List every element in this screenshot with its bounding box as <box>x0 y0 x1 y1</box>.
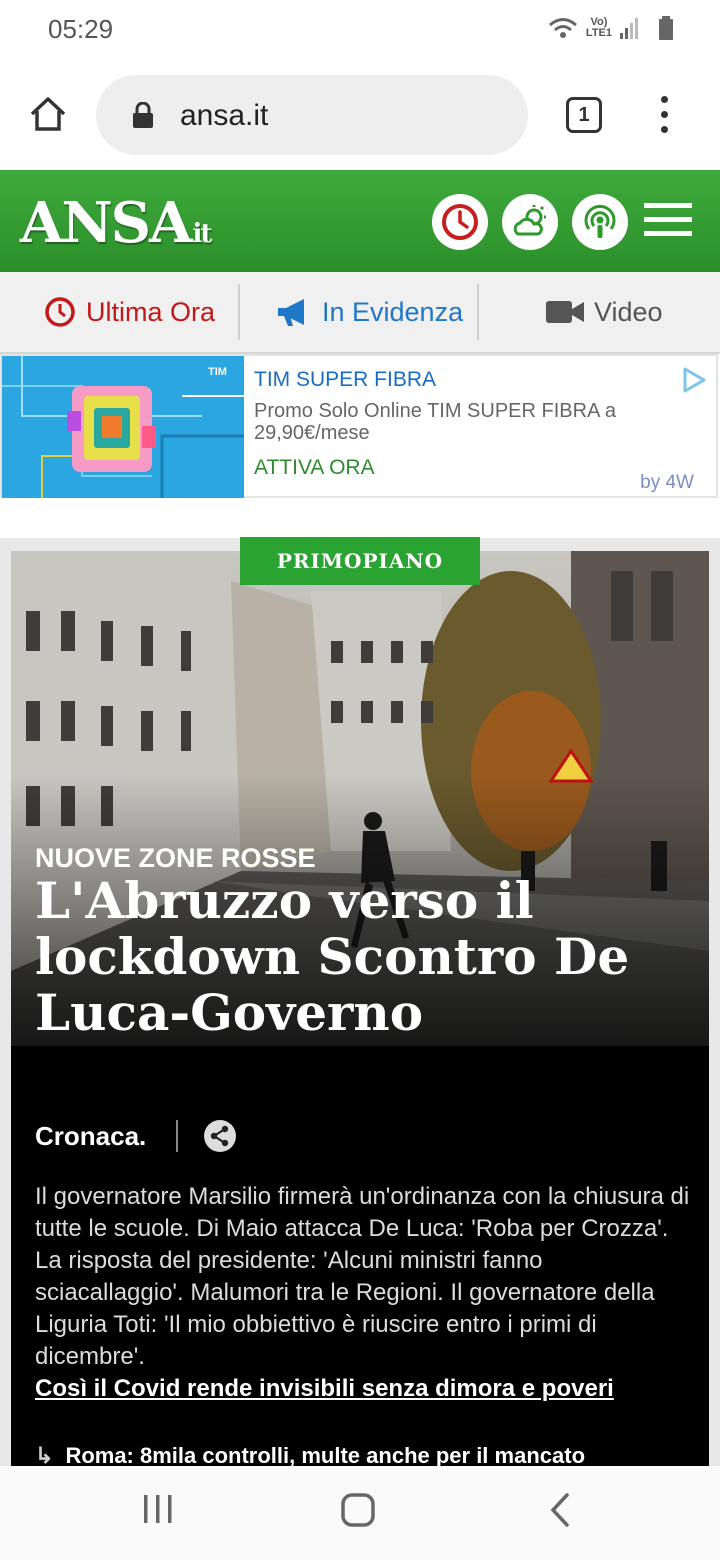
lock-icon <box>133 102 153 128</box>
podcast-button[interactable] <box>572 194 628 250</box>
wifi-icon <box>548 18 577 38</box>
divider <box>477 284 479 340</box>
lte-label: LTE1 <box>585 27 612 39</box>
recent-apps-icon[interactable] <box>142 1492 174 1526</box>
browser-menu-icon[interactable] <box>654 96 674 136</box>
article-kicker: NUOVE ZONE ROSSE <box>35 843 316 873</box>
status-time: 05:29 <box>48 14 114 44</box>
latest-news-button[interactable] <box>432 194 488 250</box>
divider <box>176 1120 179 1152</box>
status-bar: 05:29 Vo) LTE1 <box>0 0 720 60</box>
battery-icon <box>659 16 673 40</box>
podcast-icon <box>584 204 616 238</box>
ad-cta-link[interactable]: ATTIVA ORA <box>254 456 375 480</box>
ad-description: Promo Solo Online TIM SUPER FIBRA a 29,9… <box>254 400 616 444</box>
article-headline[interactable]: L'Abruzzo verso il lockdown Scontro De L… <box>35 873 675 1041</box>
nav-ultima-ora[interactable]: Ultima Ora <box>44 272 215 352</box>
clock-icon <box>442 204 478 240</box>
related-article-link[interactable]: Così il Covid rende invisibili senza dim… <box>35 1375 614 1403</box>
back-icon[interactable] <box>548 1492 572 1528</box>
ansa-logo[interactable]: ANSAit <box>20 190 212 256</box>
home-icon[interactable] <box>28 94 68 134</box>
article-category[interactable]: Cronaca. <box>35 1121 146 1152</box>
ad-brand: TIM <box>208 366 227 378</box>
arrow-icon: ↳ <box>35 1443 54 1466</box>
site-header: ANSAit <box>0 170 720 272</box>
article-abstract: Il governatore Marsilio firmerà un'ordin… <box>35 1183 690 1370</box>
feature-section: NUOVE ZONE ROSSE L'Abruzzo verso il lock… <box>0 537 720 1466</box>
signal-icon <box>620 18 638 39</box>
megaphone-icon <box>278 299 304 326</box>
ad-title[interactable]: TIM SUPER FIBRA <box>254 368 436 392</box>
browser-toolbar: ansa.it 1 <box>0 60 720 170</box>
ad-image[interactable]: TIM <box>2 356 244 498</box>
tab-switcher-button[interactable]: 1 <box>566 97 602 133</box>
ad-attribution: by 4W <box>640 472 694 493</box>
related-item[interactable]: ↳ Roma: 8mila controlli, multe anche per … <box>35 1443 585 1466</box>
adchoices-icon[interactable] <box>680 366 708 394</box>
related-item-label: Roma: 8mila controlli, multe anche per i… <box>65 1443 586 1466</box>
lte-indicator: Vo) LTE1 <box>586 17 612 39</box>
system-nav-bar <box>0 1466 720 1560</box>
weather-icon <box>513 205 546 236</box>
video-camera-icon <box>546 301 584 323</box>
clock-icon <box>45 297 75 327</box>
advertisement[interactable]: TIM TIM SUPER FIBRA Promo Solo Online TI… <box>0 354 718 498</box>
weather-button[interactable] <box>502 194 558 250</box>
feature-card[interactable]: NUOVE ZONE ROSSE L'Abruzzo verso il lock… <box>11 551 709 1466</box>
nav-label: Video <box>594 296 663 327</box>
section-badge: PRIMOPIANO <box>240 537 480 585</box>
share-icon[interactable] <box>204 1120 237 1152</box>
home-nav-icon[interactable] <box>340 1492 376 1528</box>
nav-in-evidenza[interactable]: In Evidenza <box>276 272 463 352</box>
section-nav: Ultima Ora In Evidenza Video <box>0 272 720 354</box>
url-text[interactable]: ansa.it <box>180 99 268 133</box>
article-meta: Cronaca. <box>35 1119 237 1153</box>
nav-video[interactable]: Video <box>546 272 663 352</box>
status-icons: Vo) LTE1 <box>548 16 674 40</box>
address-bar[interactable]: ansa.it <box>96 75 528 155</box>
nav-label: Ultima Ora <box>86 296 216 327</box>
hamburger-menu-icon[interactable] <box>644 203 692 237</box>
divider <box>238 284 240 340</box>
nav-label: In Evidenza <box>322 296 464 327</box>
